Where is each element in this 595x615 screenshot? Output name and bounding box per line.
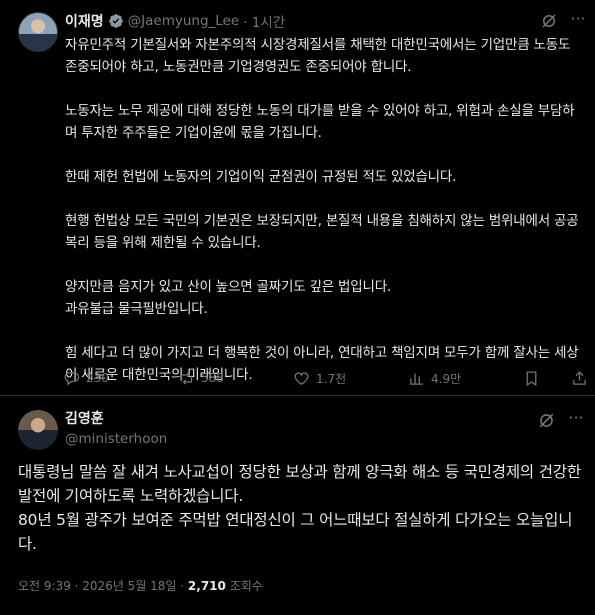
divider: [0, 395, 595, 396]
like-button[interactable]: 1.7천: [293, 370, 346, 387]
author-handle[interactable]: @Jaemyung_Lee: [128, 13, 240, 29]
reply-icon: [64, 371, 80, 385]
repost-button[interactable]: 588: [178, 370, 224, 387]
paragraph: 한때 제헌 헌법에 노동자의 기업이익 균점권이 규정된 적도 있었습니다.: [65, 169, 457, 185]
paragraph: 자유민주적 기본질서와 자본주의적 시장경제질서를 채택한 대한민국에서는 기업…: [65, 37, 571, 75]
views-button[interactable]: 4.9만: [408, 370, 461, 387]
like-count: 1.7천: [316, 371, 347, 386]
views-count: 2,710: [187, 579, 226, 593]
bookmark-icon: [526, 370, 537, 386]
reply-count: 230: [86, 371, 109, 385]
tweet-text: 자유민주적 기본질서와 자본주의적 시장경제질서를 채택한 대한민국에서는 기업…: [65, 34, 585, 386]
reply-button[interactable]: 230: [63, 370, 109, 387]
tweet-header: 김영훈 @ministerhoon: [65, 409, 167, 449]
post-timestamp[interactable]: 오전 9:39 · 2026년 5월 18일 ·: [18, 579, 188, 593]
paragraph: 노동자는 노무 제공에 대해 정당한 노동의 대가를 받을 수 있어야 하고, …: [65, 103, 575, 141]
author-name[interactable]: 이재명: [65, 11, 104, 31]
post-metadata: 오전 9:39 · 2026년 5월 18일 · 2,710 조회수: [18, 577, 263, 594]
share-button[interactable]: [571, 370, 594, 387]
share-icon: [573, 370, 586, 385]
author-name[interactable]: 김영훈: [65, 409, 167, 429]
avatar[interactable]: [18, 410, 58, 450]
grok-icon[interactable]: [540, 12, 558, 30]
tweet-original: 이재명 @Jaemyung_Lee · 1시간 ··· 자유민주적 기본질서와 …: [0, 0, 595, 395]
post-time[interactable]: · 1시간: [243, 11, 285, 31]
paragraph: 양지만큼 음지가 있고 산이 높으면 골짜기도 깊은 법입니다. 과유불급 물극…: [65, 279, 392, 317]
avatar[interactable]: [18, 12, 58, 52]
more-icon[interactable]: ···: [568, 11, 588, 30]
like-icon: [294, 371, 309, 385]
views-count: 4.9만: [431, 371, 462, 386]
verified-badge-icon: [108, 14, 123, 28]
author-handle[interactable]: @ministerhoon: [65, 429, 167, 449]
bookmark-button[interactable]: [523, 370, 546, 387]
paragraph: 현행 헌법상 모든 국민의 기본권은 보장되지만, 본질적 내용을 침해하지 않…: [65, 213, 579, 251]
views-icon: [410, 373, 423, 385]
tweet-text: 대통령님 말씀 잘 새겨 노사교섭이 정당한 보상과 함께 양극화 해소 등 국…: [18, 463, 581, 553]
repost-icon: [180, 371, 193, 385]
tweet-header: 이재명 @Jaemyung_Lee · 1시간: [65, 11, 285, 31]
grok-icon[interactable]: [537, 411, 556, 430]
views-label: 조회수: [225, 579, 263, 593]
action-bar: 230 588 1.7천 4.9만: [63, 368, 588, 388]
repost-count: 588: [201, 371, 224, 385]
more-icon[interactable]: ···: [566, 410, 586, 429]
